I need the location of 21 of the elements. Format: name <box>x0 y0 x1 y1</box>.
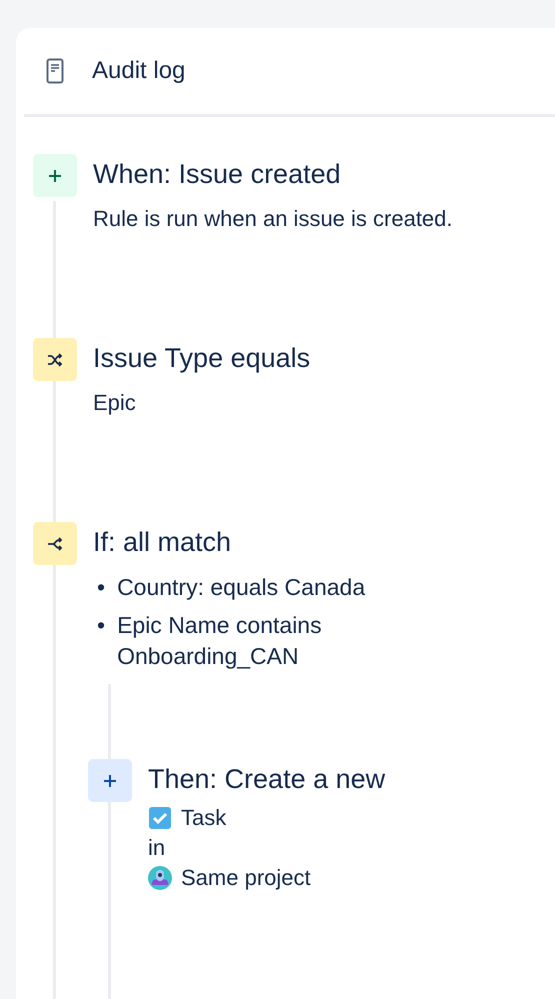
bullet-mark: • <box>97 573 106 602</box>
step-description: Rule is run when an issue is created. <box>93 205 454 233</box>
bullet-mark: • <box>97 611 106 640</box>
issue-type-text: Task <box>181 804 226 832</box>
step-description: Epic <box>93 389 137 417</box>
avatar-icon <box>148 866 172 890</box>
condition-item: Epic Name contains Onboarding_CAN <box>117 611 323 671</box>
checkbox-icon <box>148 806 172 830</box>
plus-icon <box>88 759 132 802</box>
step-title: If: all match <box>93 526 232 559</box>
step-title: Then: Create a new <box>148 763 386 796</box>
panel-title: Audit log <box>92 57 186 85</box>
condition-item: Country: equals Canada <box>117 573 366 602</box>
plus-icon <box>33 154 77 197</box>
branch-icon <box>33 522 77 565</box>
step-title: Issue Type equals <box>93 342 312 375</box>
shuffle-icon <box>33 338 77 381</box>
project-text: Same project <box>181 864 311 892</box>
step-title: When: Issue created <box>93 158 342 191</box>
document-icon <box>46 58 64 84</box>
connector-text: in <box>148 834 166 862</box>
